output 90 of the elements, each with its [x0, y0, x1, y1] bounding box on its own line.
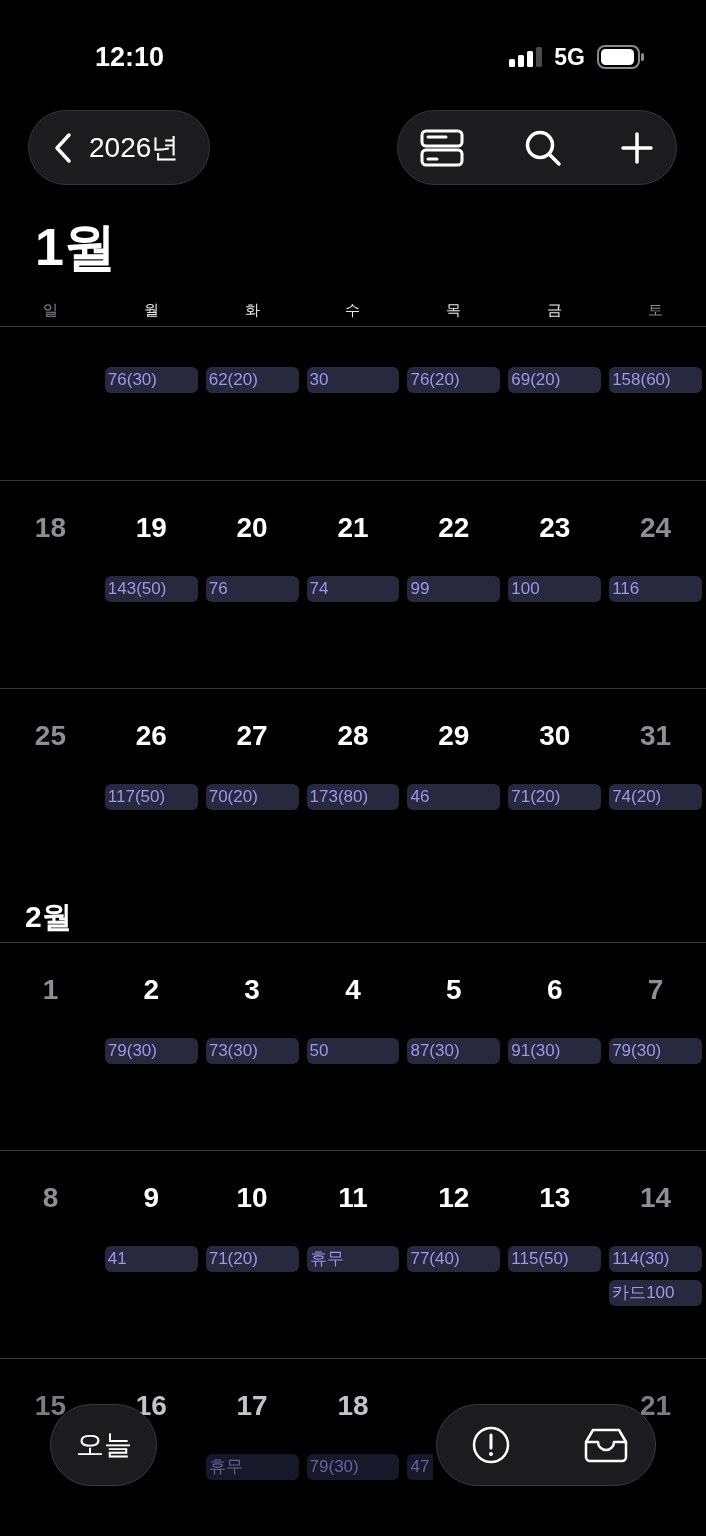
- event-chip[interactable]: 115(50): [508, 1246, 602, 1272]
- tray-icon: [583, 1427, 629, 1463]
- event-chip[interactable]: 74(20): [609, 784, 702, 810]
- view-mode-button[interactable]: [420, 128, 464, 167]
- day-number: 9: [143, 1181, 160, 1215]
- event-chip[interactable]: 76(30): [104, 367, 198, 393]
- status-time: 12:10: [95, 41, 165, 74]
- day-number: 8: [42, 1181, 59, 1215]
- event-chip[interactable]: 173(80): [306, 784, 400, 810]
- day-number: 10: [236, 1181, 268, 1215]
- back-button[interactable]: 2026년: [28, 110, 211, 185]
- event-chip[interactable]: 71(20): [508, 784, 602, 810]
- day-number: 6: [546, 973, 563, 1007]
- event-chip[interactable]: 41: [104, 1246, 198, 1272]
- day-number: 7: [647, 973, 664, 1007]
- day-number: 13: [539, 1181, 571, 1215]
- event-chip[interactable]: 143(50): [104, 576, 198, 602]
- day-number: 30: [539, 719, 571, 753]
- event-chip[interactable]: 76(20): [407, 367, 501, 393]
- day-number: 14: [640, 1181, 672, 1215]
- day-number: 18: [337, 1389, 369, 1423]
- weekday-label: 목: [446, 300, 462, 320]
- weekday-label: 월: [143, 300, 159, 320]
- event-chip[interactable]: 74: [306, 576, 400, 602]
- weekday-label: 일: [42, 300, 58, 320]
- network-type: 5G: [554, 44, 585, 70]
- event-chip[interactable]: 73(30): [205, 1038, 299, 1064]
- event-chip[interactable]: 116: [609, 576, 702, 602]
- day-number: 25: [34, 719, 66, 753]
- alert-button[interactable]: [472, 1426, 510, 1464]
- day-number: 23: [539, 511, 571, 545]
- day-number: 31: [640, 719, 672, 753]
- signal-icon: [509, 47, 543, 67]
- event-chip[interactable]: 50: [306, 1038, 400, 1064]
- event-chip[interactable]: 114(30): [609, 1246, 702, 1272]
- day-number: 21: [337, 511, 369, 545]
- event-chip[interactable]: 30: [306, 367, 400, 393]
- event-chip[interactable]: 79(30): [104, 1038, 198, 1064]
- add-button[interactable]: [621, 131, 653, 164]
- event-chip[interactable]: 46: [407, 784, 501, 810]
- search-icon: [523, 128, 562, 167]
- event-chip[interactable]: 카드100: [609, 1280, 702, 1306]
- weekday-label: 수: [345, 300, 361, 320]
- day-number: 18: [34, 511, 66, 545]
- day-number: 26: [135, 719, 167, 753]
- event-chip[interactable]: 79(30): [306, 1454, 400, 1480]
- event-chip[interactable]: 99: [407, 576, 501, 602]
- event-chip[interactable]: 117(50): [104, 784, 198, 810]
- month-title: 1월: [35, 218, 116, 276]
- event-chip[interactable]: 71(20): [205, 1246, 299, 1272]
- event-chip[interactable]: 47: [407, 1454, 434, 1480]
- day-number: 4: [345, 973, 361, 1007]
- weekday-label: 금: [547, 300, 563, 320]
- day-number: 1: [42, 973, 59, 1007]
- day-number: 17: [236, 1389, 268, 1423]
- event-chip[interactable]: 158(60): [609, 367, 702, 393]
- day-number: 20: [236, 511, 268, 545]
- event-chip[interactable]: 69(20): [508, 367, 602, 393]
- day-number: 28: [337, 719, 369, 753]
- plus-icon: [621, 131, 653, 164]
- stacked-cards-icon: [420, 128, 464, 167]
- day-number: 5: [446, 973, 462, 1007]
- event-chip[interactable]: 휴무: [306, 1246, 400, 1272]
- day-number: 21: [640, 1389, 672, 1423]
- alert-icon: [472, 1426, 510, 1464]
- event-chip[interactable]: 87(30): [407, 1038, 501, 1064]
- day-number: 27: [236, 719, 268, 753]
- battery-icon: [597, 45, 645, 69]
- day-number: 24: [640, 511, 672, 545]
- event-chip[interactable]: 100: [508, 576, 602, 602]
- weekday-label: 화: [244, 300, 260, 320]
- event-chip[interactable]: 62(20): [205, 367, 299, 393]
- day-number: 11: [338, 1181, 368, 1215]
- weekday-label: 토: [648, 300, 664, 320]
- chevron-left-icon: [53, 131, 73, 164]
- day-number: 12: [438, 1181, 470, 1215]
- month-title: 2월: [25, 900, 72, 933]
- event-chip[interactable]: 76: [205, 576, 299, 602]
- event-chip[interactable]: 77(40): [407, 1246, 501, 1272]
- search-button[interactable]: [523, 128, 562, 167]
- day-number: 29: [438, 719, 470, 753]
- inbox-button[interactable]: [583, 1427, 629, 1463]
- event-chip[interactable]: 91(30): [508, 1038, 602, 1064]
- day-number: 3: [244, 973, 260, 1007]
- day-number: 2: [143, 973, 160, 1007]
- event-chip[interactable]: 79(30): [609, 1038, 702, 1064]
- day-number: 22: [438, 511, 470, 545]
- day-number: 19: [135, 511, 167, 545]
- event-chip[interactable]: 휴무: [205, 1454, 299, 1480]
- event-chip[interactable]: 70(20): [205, 784, 299, 810]
